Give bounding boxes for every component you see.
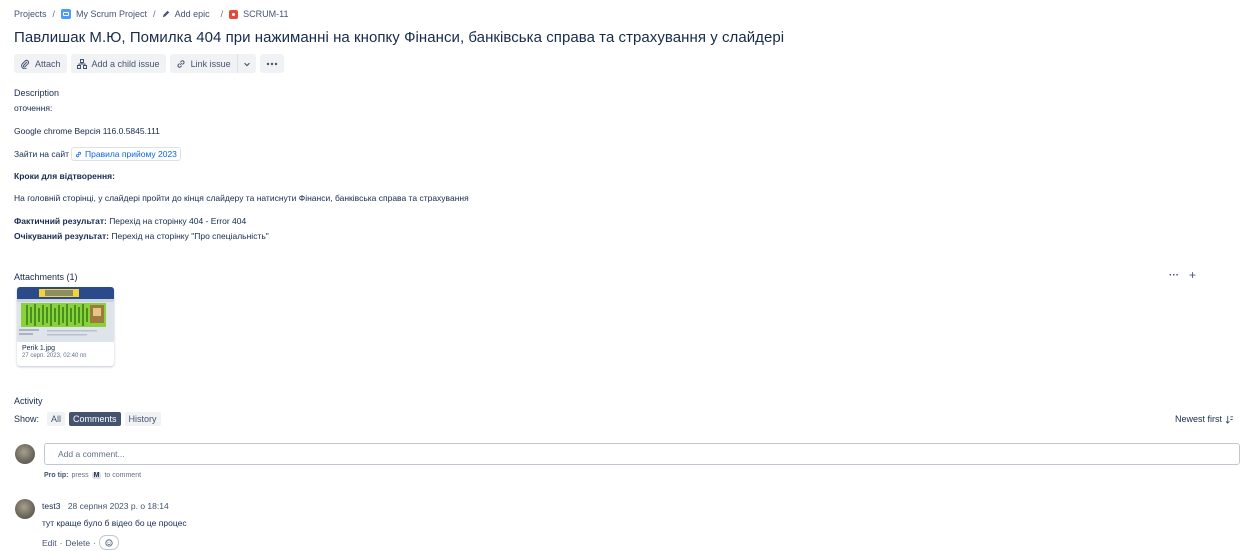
attachment-thumbnail: [17, 287, 114, 342]
link-icon: [75, 151, 82, 157]
expected-result: Очікуваний результат: Перехід на сторінк…: [14, 231, 269, 241]
attachments-more-button[interactable]: ···: [1169, 270, 1179, 281]
comment-input[interactable]: Add a comment...: [44, 443, 1240, 465]
comment-timestamp[interactable]: 28 серпня 2023 р. о 18:14: [68, 501, 169, 511]
pro-tip: Pro tip: press M to comment: [44, 472, 142, 479]
filter-comments[interactable]: Comments: [69, 412, 121, 426]
description-browser: Google chrome Версія 116.0.5845.111: [14, 126, 160, 136]
description-env: оточення:: [14, 103, 53, 113]
attach-button[interactable]: Attach: [14, 54, 67, 73]
actual-result: Фактичний результат: Перехід на сторінку…: [14, 216, 247, 226]
filter-all[interactable]: All: [47, 412, 66, 426]
breadcrumb-separator: /: [153, 9, 156, 19]
comment-edit-button[interactable]: Edit: [42, 538, 57, 548]
add-attachment-button[interactable]: +: [1189, 268, 1196, 282]
description-heading: Description: [14, 88, 60, 98]
link-issue-button[interactable]: Link issue: [169, 54, 237, 73]
breadcrumb-project[interactable]: My Scrum Project: [61, 9, 147, 19]
add-epic-button[interactable]: Add epic: [162, 9, 210, 19]
sort-icon: [1225, 415, 1234, 424]
more-actions-button[interactable]: [259, 54, 284, 73]
emoji-icon: [105, 538, 113, 547]
comment-header: test3 28 серпня 2023 р. о 18:14: [42, 501, 169, 511]
breadcrumb-separator: /: [52, 9, 56, 19]
link-issue-dropdown[interactable]: [236, 54, 256, 73]
current-user-avatar: [15, 444, 35, 464]
comment-delete-button[interactable]: Delete: [66, 538, 91, 548]
filter-history[interactable]: History: [124, 412, 161, 426]
pencil-icon: [162, 10, 169, 18]
description-site: Зайти на сайт Правила прийому 2023: [14, 147, 181, 161]
breadcrumb-separator: /: [220, 9, 224, 19]
comment-actions: Edit · Delete ·: [42, 535, 119, 550]
add-reaction-button[interactable]: [98, 535, 119, 550]
activity-heading: Activity: [14, 396, 43, 406]
issue-toolbar: Attach Add a child issue Link issue: [14, 54, 284, 73]
issue-title[interactable]: Павлишак М.Ю, Помилка 404 при нажиманні …: [14, 29, 784, 46]
comment-author[interactable]: test3: [42, 501, 60, 511]
more-icon: [266, 62, 277, 65]
breadcrumb-issue-key[interactable]: SCRUM-11: [229, 9, 288, 19]
site-link[interactable]: Правила прийому 2023: [71, 147, 181, 161]
link-issue-group: Link issue: [169, 54, 256, 73]
bug-icon: [229, 9, 239, 19]
link-icon: [177, 59, 185, 68]
breadcrumb-projects[interactable]: Projects: [14, 9, 47, 19]
attachment-date: 27 серп. 2023, 02:40 пп: [22, 353, 87, 359]
step-text: На головній сторінці, у слайдері пройти …: [14, 193, 469, 203]
show-label: Show:: [14, 414, 40, 424]
attachments-heading: Attachments (1): [14, 272, 78, 282]
chevron-down-icon: [243, 62, 250, 66]
attachment-card[interactable]: Perik 1.jpg 27 серп. 2023, 02:40 пп: [17, 287, 114, 366]
attachment-name: Perik 1.jpg: [22, 345, 56, 352]
project-icon: [61, 9, 72, 19]
sort-button[interactable]: Newest first: [1175, 414, 1234, 424]
add-child-issue-button[interactable]: Add a child issue: [70, 54, 166, 73]
shortcut-key: M: [91, 472, 102, 479]
comment-body: тут краще було б відео бо це процес: [42, 518, 187, 528]
paperclip-icon: [21, 59, 30, 69]
comment-author-avatar[interactable]: [15, 499, 35, 519]
steps-heading: Кроки для відтворення:: [14, 171, 115, 181]
hierarchy-icon: [76, 58, 87, 69]
activity-filter: Show: All Comments History: [14, 412, 161, 426]
breadcrumb: Projects / My Scrum Project / Add epic /…: [14, 8, 288, 20]
